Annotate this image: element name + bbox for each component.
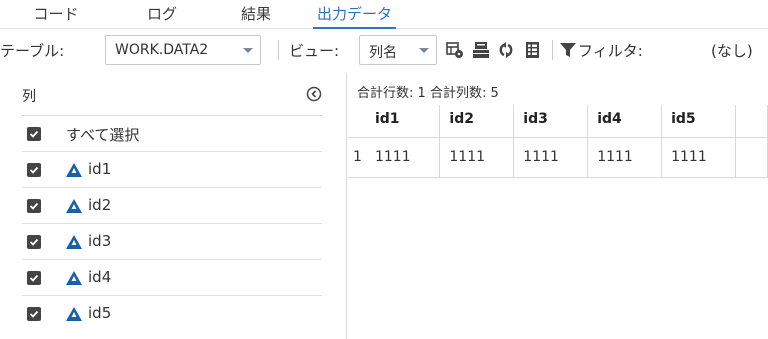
column-checkbox[interactable] — [27, 307, 41, 321]
chevron-down-icon — [243, 48, 253, 53]
filter-value: (なし) — [711, 42, 753, 60]
character-column-icon — [66, 235, 82, 249]
select-all-label: すべて選択 — [66, 126, 140, 144]
column-checkbox[interactable] — [27, 235, 41, 249]
select-all-row[interactable]: すべて選択 — [22, 116, 322, 152]
toolbar-divider — [278, 40, 279, 60]
column-header-id2[interactable]: id2 — [439, 105, 515, 138]
table-select[interactable]: WORK.DATA2 — [105, 35, 261, 65]
grid-header-row: id1 id2 id3 id4 id5 — [348, 105, 768, 138]
data-save-icon[interactable] — [472, 41, 490, 59]
total-rows: 合計行数: 1 — [357, 86, 426, 101]
view-label: ビュー: — [289, 42, 340, 60]
column-item-label: id3 — [88, 232, 112, 250]
table-cell[interactable]: 1111 — [513, 137, 589, 178]
column-header-id1[interactable]: id1 — [365, 105, 441, 138]
column-header-id3[interactable]: id3 — [513, 105, 589, 138]
column-item[interactable]: id4 — [22, 260, 322, 296]
column-checkbox[interactable] — [27, 199, 41, 213]
total-columns: 合計列数: 5 — [429, 86, 499, 101]
column-item[interactable]: id1 — [22, 152, 322, 188]
column-header-id5[interactable]: id5 — [661, 105, 737, 138]
column-checkbox[interactable] — [27, 271, 41, 285]
toolbar: テーブル: WORK.DATA2 ビュー: 列名 フィルタ: (なし) — [0, 29, 768, 73]
column-item-label: id4 — [88, 268, 112, 286]
table-select-value: WORK.DATA2 — [115, 42, 209, 58]
character-column-icon — [66, 307, 82, 321]
chevron-down-icon — [419, 48, 429, 53]
column-item[interactable]: id2 — [22, 188, 322, 224]
row-number-header — [348, 105, 366, 138]
grid-filler — [735, 137, 768, 178]
column-list: すべて選択 id1 id2 id3 id4 id5 — [22, 115, 322, 332]
table-properties-icon[interactable] — [446, 41, 464, 59]
character-column-icon — [66, 199, 82, 213]
filter-icon[interactable] — [559, 41, 577, 59]
column-item-label: id5 — [88, 304, 112, 322]
columns-panel: 列 すべて選択 id1 id2 id3 id4 id5 — [0, 73, 347, 339]
select-all-checkbox[interactable] — [27, 127, 41, 141]
columns-header: 列 — [22, 89, 36, 105]
tab-code[interactable]: コード — [26, 3, 86, 29]
data-grid: id1 id2 id3 id4 id5 1 1111 1111 1111 111… — [348, 105, 768, 178]
character-column-icon — [66, 163, 82, 177]
toolbar-divider — [552, 40, 553, 60]
table-label: テーブル: — [0, 42, 65, 60]
tab-results[interactable]: 結果 — [231, 3, 281, 29]
column-checkbox[interactable] — [27, 163, 41, 177]
table-cell[interactable]: 1111 — [587, 137, 663, 178]
character-column-icon — [66, 271, 82, 285]
table-cell[interactable]: 1111 — [439, 137, 515, 178]
row-column-count: 合計行数: 1 合計列数: 5 — [357, 82, 499, 101]
table-cell[interactable]: 1111 — [661, 137, 737, 178]
column-item-label: id2 — [88, 196, 112, 214]
collapse-panel-icon[interactable] — [306, 86, 322, 102]
view-select[interactable]: 列名 — [359, 35, 437, 65]
tab-log[interactable]: ログ — [137, 3, 187, 29]
grid-filler — [735, 105, 768, 138]
table-cell[interactable]: 1111 — [365, 137, 441, 178]
row-number: 1 — [348, 137, 366, 178]
column-item[interactable]: id5 — [22, 296, 322, 332]
refresh-icon[interactable] — [497, 41, 515, 59]
column-list-icon[interactable] — [524, 41, 542, 59]
filter-label: フィルタ: — [578, 42, 643, 60]
column-header-id4[interactable]: id4 — [587, 105, 663, 138]
tab-output-data[interactable]: 出力データ — [313, 3, 396, 29]
tab-bar: コード ログ 結果 出力データ — [0, 0, 768, 29]
column-item-label: id1 — [88, 160, 112, 178]
column-item[interactable]: id3 — [22, 224, 322, 260]
table-row[interactable]: 1 1111 1111 1111 1111 1111 — [348, 137, 768, 178]
view-select-value: 列名 — [369, 45, 397, 61]
